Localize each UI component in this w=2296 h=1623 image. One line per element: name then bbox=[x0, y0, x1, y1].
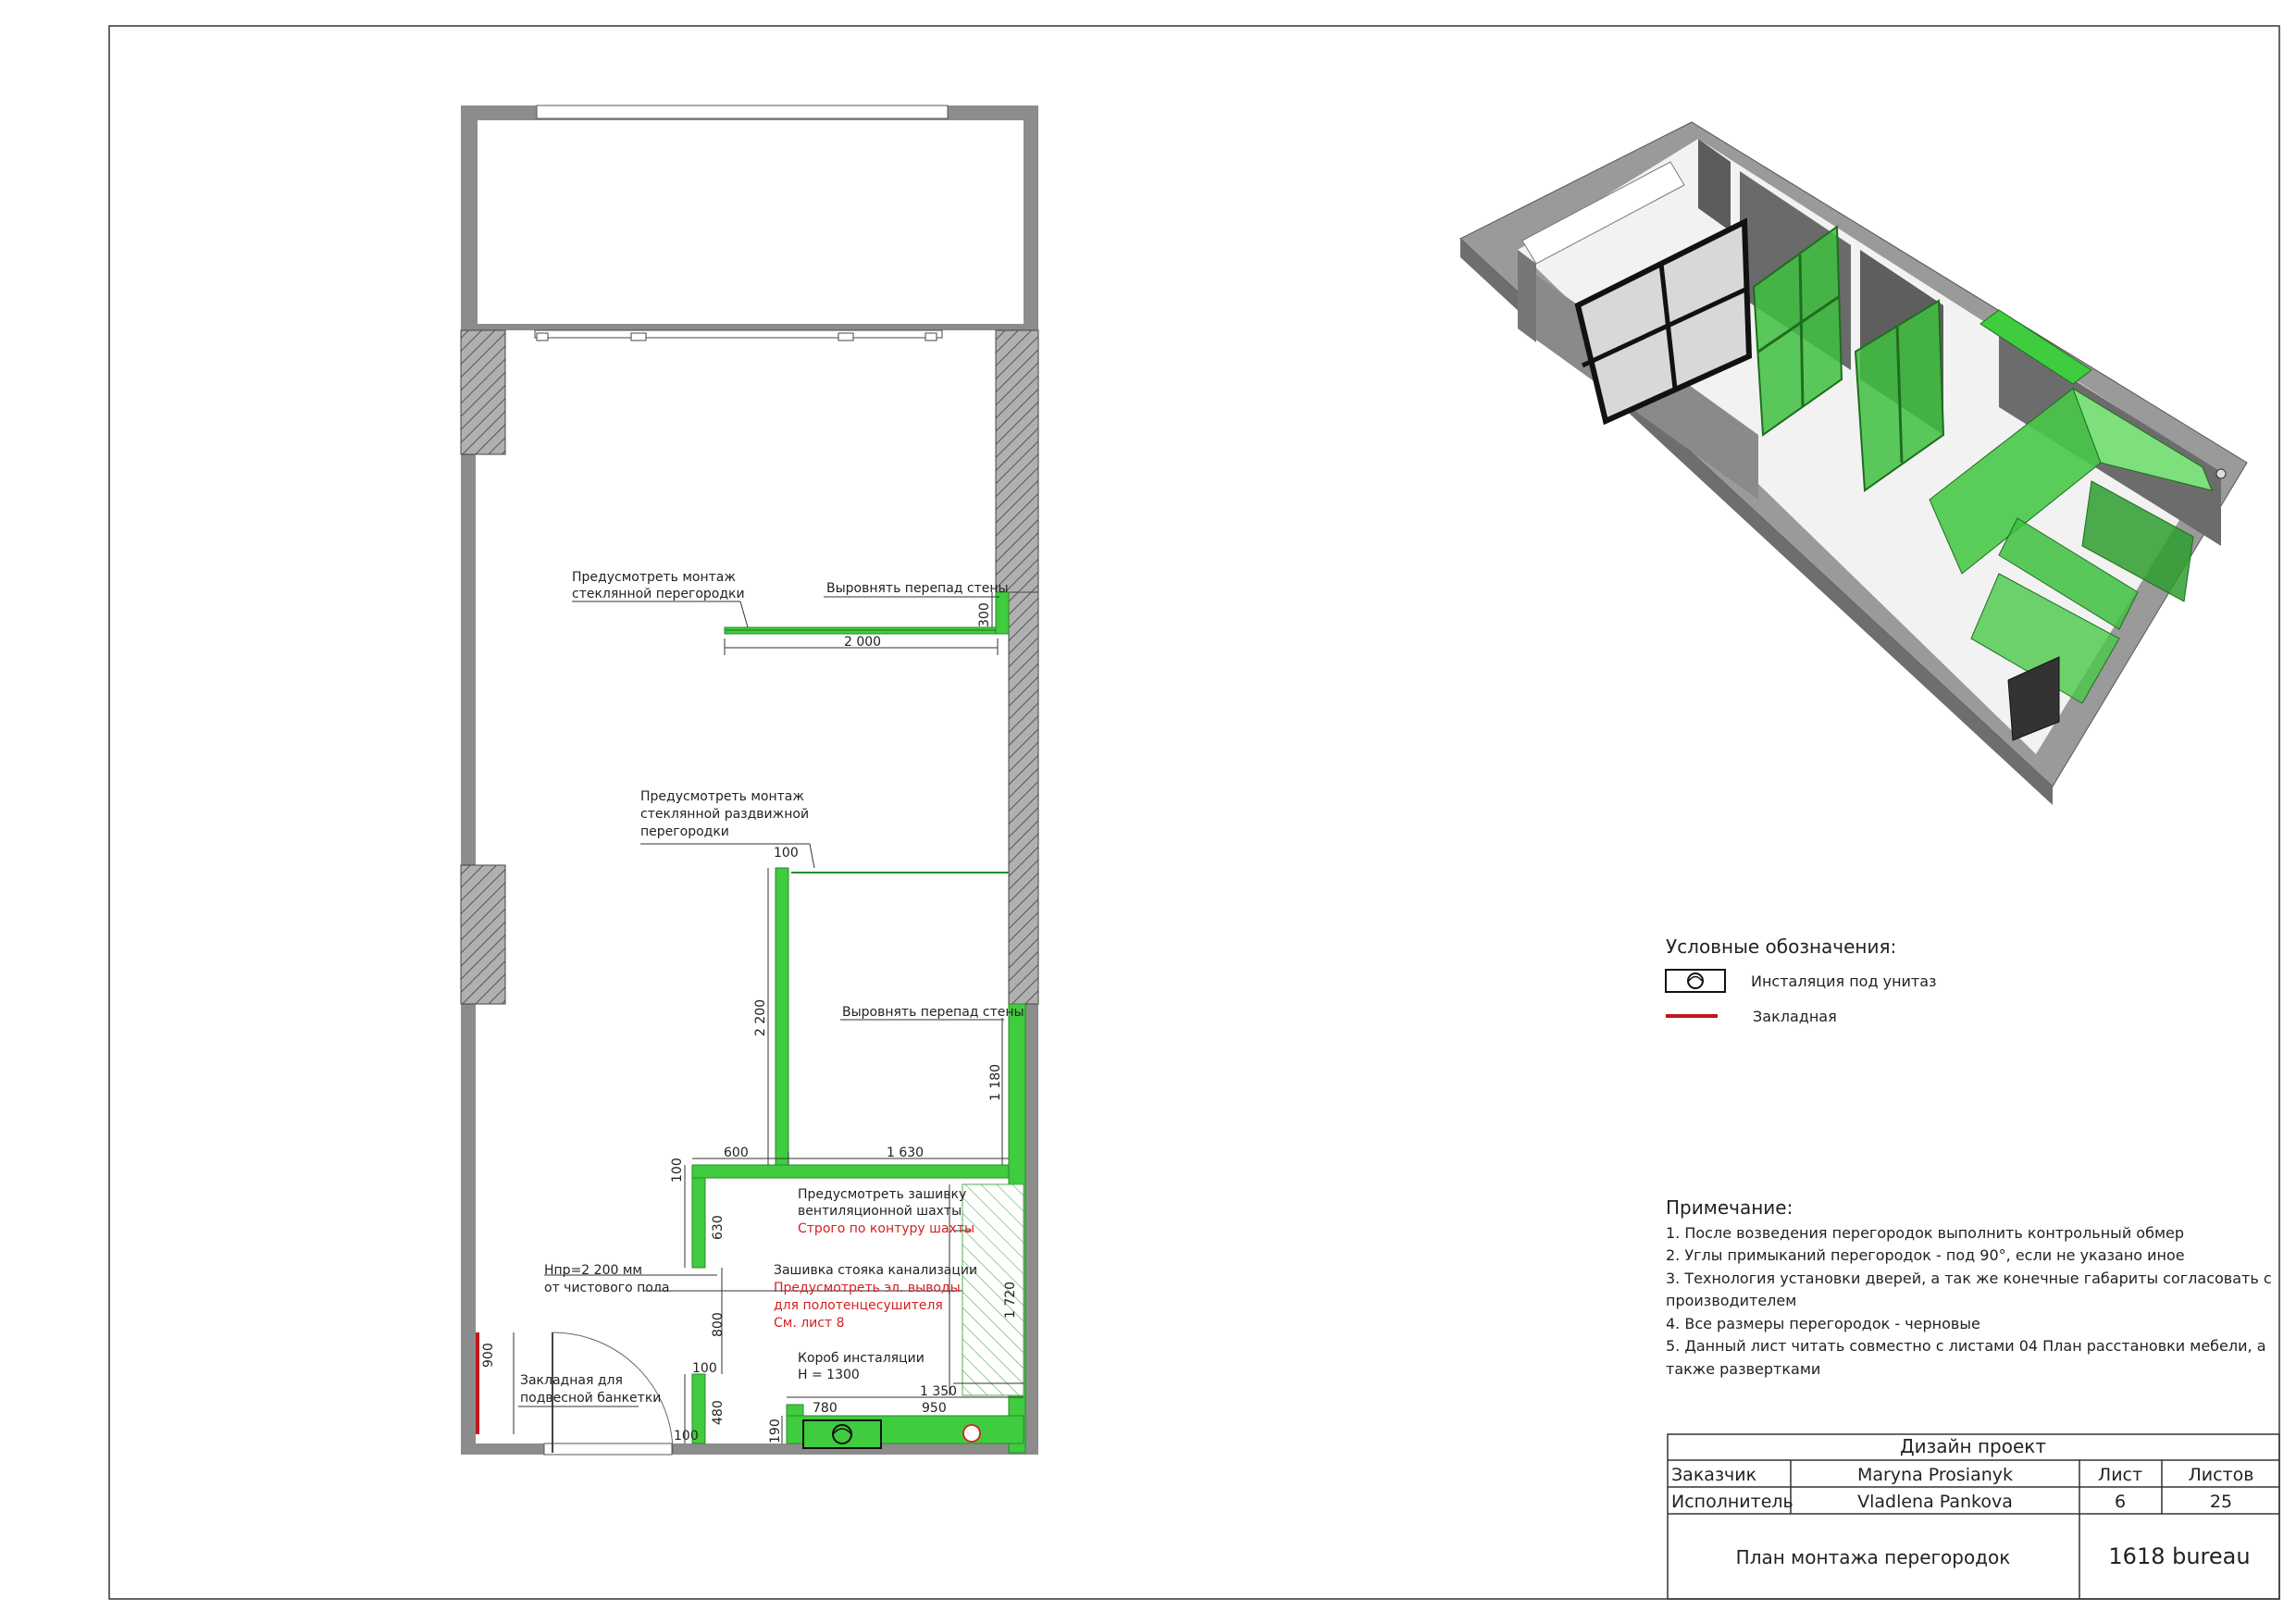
dim-1630: 1 630 bbox=[887, 1146, 924, 1160]
floor-plan: Предусмотреть монтаж стеклянной перегоро… bbox=[460, 105, 1039, 1456]
note-vent-red: Строго по контуру шахты bbox=[798, 1221, 974, 1236]
dim-950: 950 bbox=[922, 1401, 947, 1416]
isometric-3d-view bbox=[1459, 121, 2248, 805]
legend-title: Условные обозначения: bbox=[1666, 935, 1896, 958]
note-sliding-2: стеклянной раздвижной bbox=[640, 807, 809, 822]
hatched-wall-left-top bbox=[460, 329, 506, 455]
note-level-wall-top: Выровнять перепад стены bbox=[826, 581, 1009, 596]
dim-1720: 1 720 bbox=[1003, 1282, 1018, 1319]
dim-100-left: 100 bbox=[670, 1158, 685, 1183]
dim-300: 300 bbox=[977, 602, 992, 627]
tb-client-name: Maryna Prosianyk bbox=[1857, 1465, 2013, 1485]
tb-executor-label: Исполнитель bbox=[1671, 1492, 1793, 1512]
legend-item-embed: Закладная bbox=[1753, 1008, 1837, 1025]
note-box-1: Короб инсталяции bbox=[798, 1351, 925, 1366]
embed-red-line bbox=[476, 1332, 479, 1434]
dim-100-bottom: 100 bbox=[674, 1429, 699, 1443]
note-glass-partition-1: Предусмотреть монтаж bbox=[572, 570, 736, 585]
tb-header: Дизайн проект bbox=[1900, 1435, 2046, 1457]
tb-drawing-title: План монтажа перегородок bbox=[1736, 1546, 2011, 1568]
tb-brand: 1618 bureau bbox=[2108, 1543, 2250, 1569]
note-sewer-red-2: для полотенцесушителя bbox=[774, 1298, 943, 1313]
balcony-door-frame bbox=[534, 329, 943, 339]
dim-2200: 2 200 bbox=[753, 999, 768, 1036]
drawing-sheet: Предусмотреть монтаж стеклянной перегоро… bbox=[108, 25, 2280, 1600]
note-sliding-1: Предусмотреть монтаж bbox=[640, 789, 804, 804]
dim-100-mid: 100 bbox=[692, 1361, 717, 1376]
title-block bbox=[1667, 1433, 2280, 1600]
note-embed-2: подвесной банкетки bbox=[520, 1391, 661, 1406]
note-level-wall-mid: Выровнять перепад стены bbox=[842, 1005, 1024, 1020]
tb-sheet-no: 6 bbox=[2115, 1492, 2126, 1512]
dim-2000: 2 000 bbox=[844, 635, 881, 650]
dim-480: 480 bbox=[711, 1400, 726, 1425]
hatched-wall-right-top bbox=[995, 329, 1039, 593]
dim-900: 900 bbox=[481, 1343, 496, 1368]
dim-780: 780 bbox=[813, 1401, 838, 1416]
note-sewer-red-3: См. лист 8 bbox=[774, 1316, 845, 1331]
dim-630: 630 bbox=[711, 1215, 726, 1240]
note-height-2: от чистового пола bbox=[544, 1281, 669, 1295]
legend: Условные обозначения: Инсталяция под уни… bbox=[1665, 935, 1937, 1025]
notes-line-7: также развертками bbox=[1666, 1360, 1820, 1378]
tb-sheet-label: Лист bbox=[2098, 1465, 2142, 1485]
note-vent-2: вентиляционной шахты bbox=[798, 1204, 962, 1219]
notes-title: Примечание: bbox=[1666, 1196, 1793, 1219]
tb-client-label: Заказчик bbox=[1671, 1465, 1756, 1485]
hatched-wall-left-mid bbox=[460, 864, 506, 1005]
notes-line-6: 5. Данный лист читать совместно с листам… bbox=[1666, 1337, 2266, 1355]
drain-circle bbox=[962, 1424, 981, 1443]
tb-sheets-label: Листов bbox=[2189, 1465, 2254, 1485]
note-sewer-1: Зашивка стояка канализации bbox=[774, 1263, 977, 1278]
dim-190: 190 bbox=[768, 1419, 783, 1443]
dim-1180: 1 180 bbox=[988, 1064, 1003, 1101]
dim-100-top: 100 bbox=[774, 846, 799, 861]
notes-line-4: производителем bbox=[1666, 1292, 1796, 1309]
note-vent-1: Предусмотреть зашивку bbox=[798, 1187, 966, 1202]
embedded-red-line-icon bbox=[1666, 1014, 1718, 1018]
note-glass-partition-2: стеклянной перегородки bbox=[572, 587, 745, 601]
note-height-1: Hпр=2 200 мм bbox=[544, 1263, 642, 1278]
notes-line-5: 4. Все размеры перегородок - черновые bbox=[1666, 1315, 1980, 1332]
hatched-wall-right-mid bbox=[1008, 591, 1039, 1005]
notes: Примечание: 1. После возведения перегоро… bbox=[1666, 1196, 2272, 1378]
tb-sheets-total: 25 bbox=[2210, 1492, 2232, 1512]
note-sliding-3: перегородки bbox=[640, 824, 729, 839]
note-sewer-red-1: Предусмотреть эл. выводы bbox=[774, 1281, 961, 1295]
sheet-frame bbox=[108, 25, 2280, 1600]
note-box-2: H = 1300 bbox=[798, 1368, 860, 1382]
dim-1350: 1 350 bbox=[920, 1384, 957, 1399]
tb-executor-name: Vladlena Pankova bbox=[1857, 1492, 2013, 1512]
notes-line-3: 3. Технология установки дверей, а так же… bbox=[1666, 1270, 2272, 1287]
notes-line-1: 1. После возведения перегородок выполнит… bbox=[1666, 1224, 2184, 1242]
notes-line-2: 2. Углы примыканий перегородок - под 90°… bbox=[1666, 1246, 2185, 1264]
legend-item-toilet: Инсталяция под унитаз bbox=[1751, 973, 1937, 990]
note-embed-1: Закладная для bbox=[520, 1373, 623, 1388]
dim-800: 800 bbox=[711, 1312, 726, 1337]
dim-600: 600 bbox=[724, 1146, 749, 1160]
